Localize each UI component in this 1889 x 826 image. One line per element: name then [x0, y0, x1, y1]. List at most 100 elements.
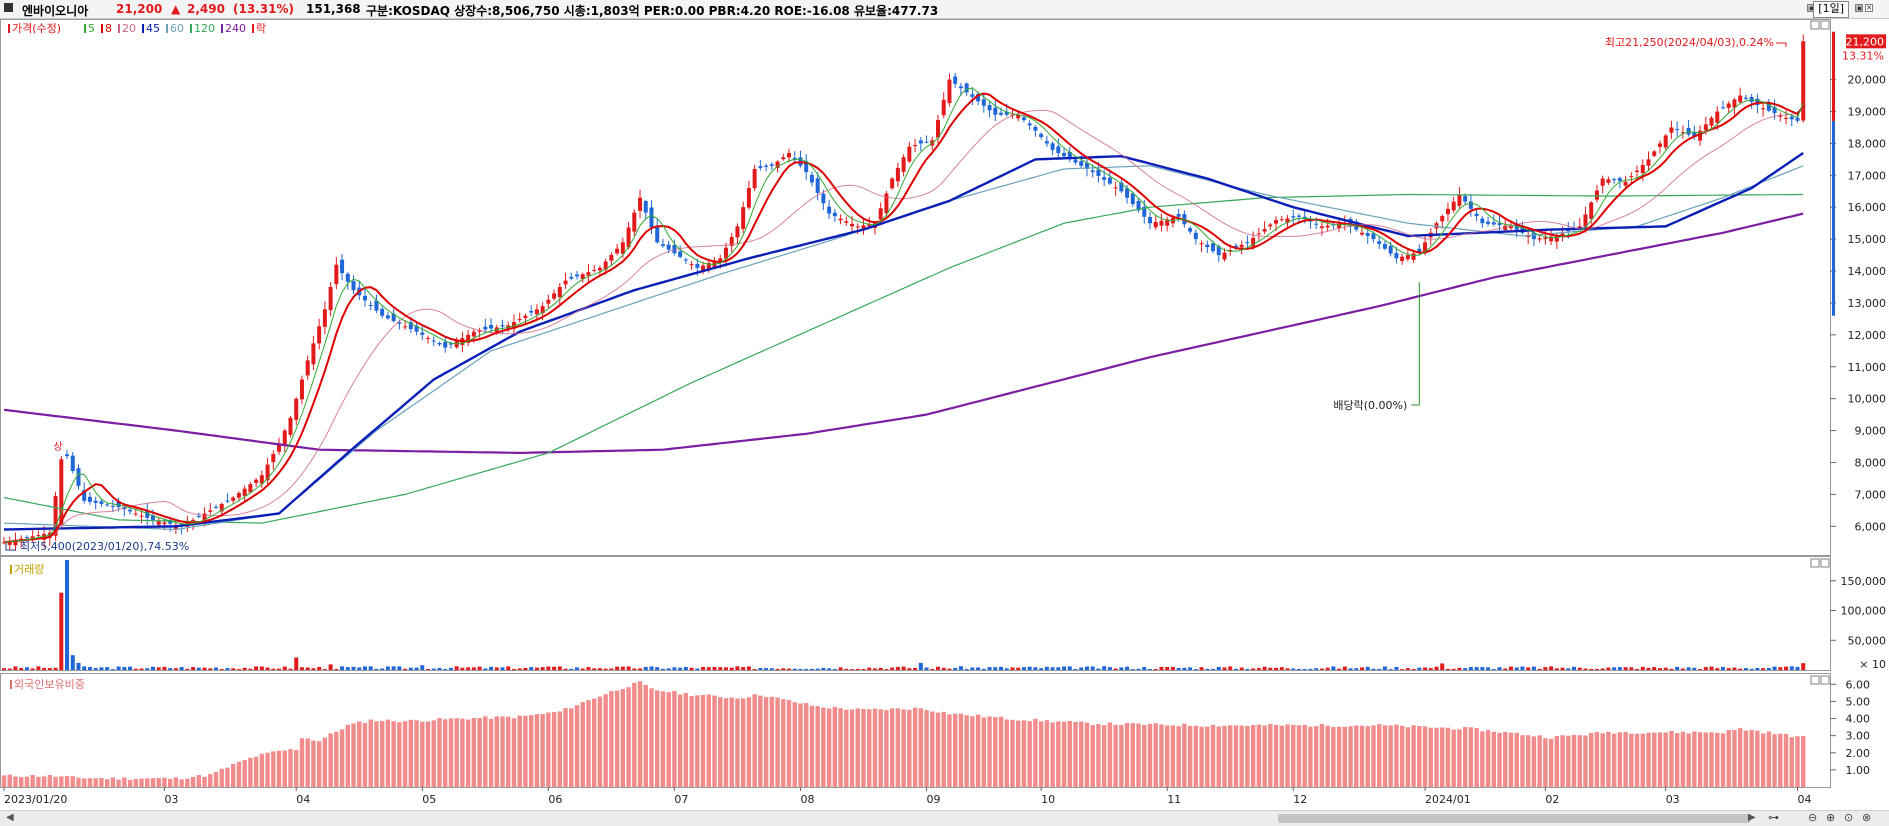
- volume-bar: [1211, 668, 1216, 670]
- date-tick-label: 04: [1797, 793, 1811, 806]
- volume-bar: [1285, 668, 1290, 670]
- foreign-bar: [1124, 722, 1130, 787]
- foreign-bar: [947, 714, 952, 787]
- zoom-fit-icon[interactable]: ⊙: [1844, 811, 1853, 824]
- legend-label: 45: [146, 22, 160, 35]
- candle: [351, 281, 356, 291]
- candle: [1640, 164, 1645, 174]
- foreign-bar: [723, 698, 729, 787]
- zoom-reset-icon[interactable]: ⊗: [1862, 811, 1871, 824]
- foreign-bar: [36, 776, 41, 787]
- volume-bar: [368, 666, 373, 670]
- volume-bar: [1721, 666, 1725, 670]
- candle: [1296, 215, 1301, 217]
- volume-bar: [466, 667, 471, 670]
- legend-swatch: [190, 24, 192, 33]
- volume-bar: [775, 668, 780, 670]
- volume-bar: [93, 668, 98, 670]
- foreign-bar: [1061, 721, 1067, 787]
- zoom-slider-icon[interactable]: ⊶: [1768, 811, 1779, 824]
- foreign-bar: [1130, 723, 1136, 787]
- zoom-out-icon[interactable]: ⊖: [1808, 811, 1817, 824]
- candle: [638, 197, 643, 211]
- foreign-bar: [637, 681, 643, 787]
- candle: [683, 259, 688, 261]
- foreign-bar: [1657, 732, 1663, 787]
- date-tick-label: 11: [1167, 793, 1181, 806]
- foreign-bar: [1760, 733, 1766, 787]
- foreign-bar: [1697, 732, 1703, 787]
- volume-bar: [1726, 668, 1731, 670]
- volume-bar: [225, 668, 230, 670]
- foreign-bar: [1560, 735, 1565, 787]
- candle: [1451, 201, 1456, 211]
- foreign-bar: [500, 716, 505, 787]
- volume-bar: [540, 667, 545, 670]
- candle: [1440, 216, 1445, 222]
- period-button[interactable]: [1일]: [1813, 1, 1849, 18]
- candle: [1657, 143, 1662, 147]
- zoom-in-icon[interactable]: ⊕: [1826, 811, 1835, 824]
- volume-pane: [0, 556, 1831, 671]
- date-tick-label: 03: [1666, 793, 1680, 806]
- candle: [282, 430, 287, 445]
- volume-bar: [420, 665, 425, 670]
- date-tick-label: 2024/01: [1425, 793, 1471, 806]
- volume-bar: [1635, 668, 1640, 670]
- volume-bar: [1640, 666, 1645, 670]
- foreign-bar: [792, 702, 797, 787]
- volume-bar: [672, 667, 677, 670]
- candle: [890, 178, 895, 189]
- candle: [758, 166, 763, 168]
- foreign-bar: [1548, 738, 1554, 787]
- volume-bar: [1428, 668, 1433, 670]
- foreign-bar: [494, 716, 499, 787]
- foreign-bar: [643, 684, 648, 787]
- scroll-left-icon[interactable]: ◀: [6, 812, 14, 823]
- foreign-bar: [1663, 732, 1668, 787]
- horizontal-scrollbar[interactable]: ◀ ▶: [0, 810, 1760, 826]
- volume-bar: [1176, 667, 1181, 670]
- foreign-bar: [1187, 725, 1193, 787]
- foreign-bar: [1795, 736, 1800, 787]
- foreign-bar: [1250, 724, 1256, 787]
- foreign-bar: [1302, 724, 1307, 787]
- volume-bar: [70, 655, 75, 670]
- candle: [832, 212, 837, 217]
- foreign-bar: [1503, 731, 1508, 787]
- foreign-bar: [145, 778, 150, 787]
- pane-restore-button[interactable]: ▣: [1855, 4, 1863, 12]
- volume-bar: [460, 667, 465, 670]
- limit-up-marker: 상: [53, 441, 62, 453]
- scroll-right-icon[interactable]: ▶: [1748, 812, 1756, 823]
- candle: [1113, 187, 1118, 189]
- candle: [1703, 124, 1708, 131]
- candle: [156, 521, 161, 525]
- foreign-bar: [1050, 722, 1055, 787]
- foreign-bar: [1434, 727, 1439, 787]
- high-marker: [1776, 42, 1787, 47]
- foreign-bar: [1285, 724, 1290, 787]
- volume-bar: [185, 668, 190, 670]
- foreign-bar: [1388, 725, 1393, 787]
- date-tick-label: 07: [674, 793, 688, 806]
- candle: [162, 522, 167, 525]
- stock-name: 엔바이오니아: [22, 4, 89, 18]
- scroll-thumb[interactable]: [1278, 814, 1750, 823]
- close-button[interactable]: ✕: [1865, 4, 1873, 12]
- foreign-bar: [1182, 723, 1187, 787]
- candle: [483, 326, 488, 330]
- volume-bar: [1549, 666, 1554, 670]
- volume-bar: [454, 666, 459, 670]
- volume-bar: [1457, 667, 1462, 670]
- volume-bar: [764, 668, 769, 670]
- volume-bar: [1136, 668, 1141, 670]
- foreign-bar: [511, 718, 517, 787]
- foreign-bar: [1073, 721, 1078, 787]
- candle: [1405, 255, 1410, 260]
- volume-bar: [534, 667, 539, 670]
- stock-chart[interactable]: 6,000 7,000 8,000 9,000 10,000 11,000 12,000 13…: [0, 19, 1889, 811]
- menu-icon[interactable]: [4, 3, 13, 12]
- foreign-bar: [316, 741, 322, 787]
- volume-bar: [586, 667, 591, 670]
